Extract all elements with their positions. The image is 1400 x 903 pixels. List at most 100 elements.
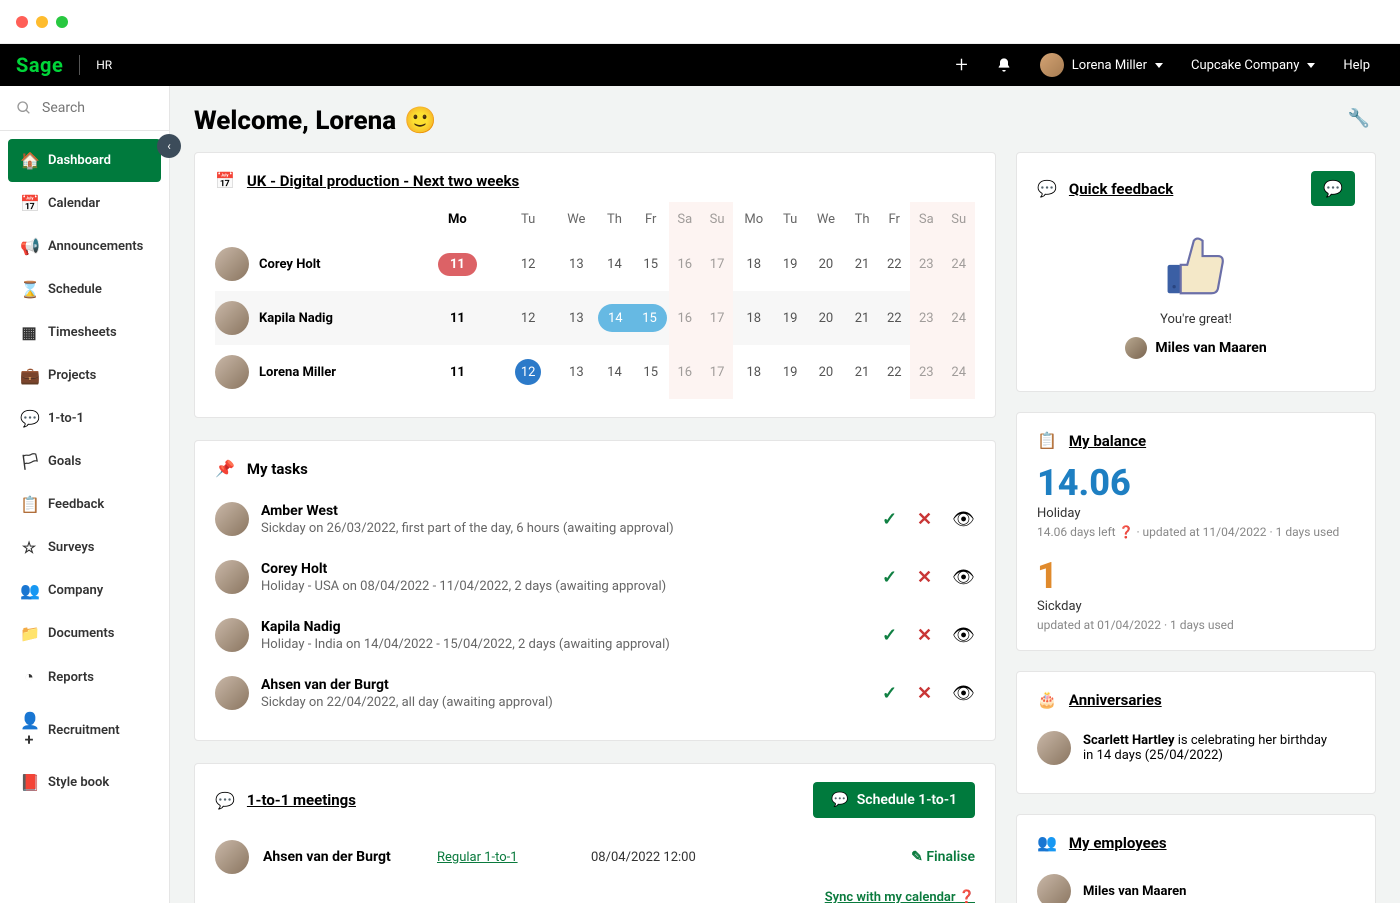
collapse-sidebar-button[interactable]: ‹ [157, 134, 181, 158]
date-cell[interactable]: 12 [500, 237, 557, 291]
date-cell[interactable]: 19 [774, 291, 806, 345]
comment-icon: 💬 [1037, 179, 1057, 198]
schedule-title[interactable]: UK - Digital production - Next two weeks [247, 172, 519, 190]
sidebar-item-style-book[interactable]: 📕Style book [8, 761, 161, 804]
sidebar-item-1-to-1[interactable]: 💬1-to-1 [8, 397, 161, 440]
date-cell[interactable]: 24 [942, 237, 975, 291]
employees-title[interactable]: My employees [1069, 834, 1167, 852]
balance-title[interactable]: My balance [1069, 432, 1146, 450]
view-icon[interactable]: 👁 [952, 567, 975, 588]
reject-icon[interactable]: ✕ [917, 567, 932, 588]
date-cell[interactable]: 11 [415, 237, 500, 291]
date-cell[interactable]: 20 [806, 237, 846, 291]
meeting-link[interactable]: Regular 1-to-1 [437, 850, 577, 865]
date-cell[interactable]: 20 [806, 345, 846, 399]
leave-day[interactable]: 11 [438, 253, 477, 276]
add-button[interactable]: + [941, 53, 981, 78]
date-cell[interactable]: 19 [774, 237, 806, 291]
feedback-button[interactable]: 💬 [1311, 171, 1355, 206]
approve-icon[interactable]: ✓ [882, 683, 897, 704]
company-menu[interactable]: Cupcake Company [1177, 58, 1329, 73]
date-cell[interactable]: 21 [846, 237, 879, 291]
date-cell[interactable]: 23 [910, 237, 942, 291]
date-cell[interactable]: 17 [701, 345, 733, 399]
date-cell[interactable]: 22 [878, 237, 910, 291]
maximize-window-icon[interactable] [56, 16, 68, 28]
notifications-icon[interactable] [982, 57, 1026, 73]
minimize-window-icon[interactable] [36, 16, 48, 28]
close-window-icon[interactable] [16, 16, 28, 28]
date-cell[interactable]: 20 [806, 291, 846, 345]
date-cell[interactable]: 16 [669, 237, 701, 291]
date-cell[interactable]: 13 [556, 291, 596, 345]
leave-range[interactable]: 1415 [598, 304, 666, 332]
date-cell[interactable]: 16 [669, 345, 701, 399]
help-link[interactable]: Help [1329, 58, 1384, 73]
date-cell[interactable]: 18 [733, 291, 774, 345]
date-cell[interactable]: 19 [774, 345, 806, 399]
search-input[interactable] [42, 100, 142, 116]
date-cell[interactable]: 13 [556, 237, 596, 291]
date-cell[interactable]: 23 [910, 345, 942, 399]
reject-icon[interactable]: ✕ [917, 625, 932, 646]
view-icon[interactable]: 👁 [952, 683, 975, 704]
employee-name[interactable]: Kapila Nadig [259, 311, 333, 326]
schedule-meeting-button[interactable]: 💬 Schedule 1-to-1 [813, 782, 975, 818]
date-cell[interactable]: 12 [500, 345, 557, 399]
date-cell[interactable]: 24 [942, 291, 975, 345]
date-cell[interactable]: 14 [596, 345, 633, 399]
date-cell[interactable]: 11 [415, 345, 500, 399]
avatar-icon [1040, 53, 1064, 77]
sidebar-item-projects[interactable]: 💼Projects [8, 354, 161, 397]
date-cell[interactable]: 14 [596, 237, 633, 291]
date-cell[interactable]: 23 [910, 291, 942, 345]
today-marker[interactable]: 12 [515, 359, 541, 385]
pin-icon: 📌 [215, 459, 235, 478]
sidebar-item-documents[interactable]: 📁Documents [8, 612, 161, 655]
sidebar-item-surveys[interactable]: ☆Surveys [8, 526, 161, 569]
sync-calendar-link[interactable]: Sync with my calendar ❓ [215, 890, 975, 903]
employee-name[interactable]: Corey Holt [259, 257, 321, 272]
sidebar-item-goals[interactable]: 🏳Goals [8, 440, 161, 483]
sidebar-item-feedback[interactable]: 📋Feedback [8, 483, 161, 526]
sidebar-item-company[interactable]: 👥Company [8, 569, 161, 612]
sidebar-item-schedule[interactable]: ⌛Schedule [8, 268, 161, 311]
approve-icon[interactable]: ✓ [882, 509, 897, 530]
date-cell[interactable]: 13 [556, 345, 596, 399]
date-cell[interactable]: 21 [846, 291, 879, 345]
date-cell[interactable]: 16 [669, 291, 701, 345]
date-cell[interactable]: 18 [733, 345, 774, 399]
reject-icon[interactable]: ✕ [917, 683, 932, 704]
reject-icon[interactable]: ✕ [917, 509, 932, 530]
date-cell[interactable]: 17 [701, 291, 733, 345]
anniversaries-title[interactable]: Anniversaries [1069, 691, 1162, 709]
sidebar-item-reports[interactable]: ◔Reports [8, 655, 161, 699]
approve-icon[interactable]: ✓ [882, 625, 897, 646]
user-menu[interactable]: Lorena Miller [1026, 53, 1177, 77]
emoji-icon: 🙂 [404, 106, 436, 136]
date-cell[interactable]: 11 [415, 291, 500, 345]
date-cell[interactable]: 18 [733, 237, 774, 291]
sidebar-item-calendar[interactable]: 📅Calendar [8, 182, 161, 225]
date-cell[interactable]: 22 [878, 291, 910, 345]
sidebar-item-announcements[interactable]: 📢Announcements [8, 225, 161, 268]
date-cell[interactable]: 17 [701, 237, 733, 291]
meetings-title[interactable]: 1-to-1 meetings [247, 791, 356, 809]
finalise-link[interactable]: ✎ Finalise [911, 849, 975, 865]
sidebar-item-dashboard[interactable]: 🏠Dashboard [8, 139, 161, 182]
date-cell[interactable]: 15 [633, 345, 669, 399]
date-cell[interactable]: 21 [846, 345, 879, 399]
employee-name[interactable]: Lorena Miller [259, 365, 336, 380]
date-cell[interactable]: 24 [942, 345, 975, 399]
feedback-title[interactable]: Quick feedback [1069, 180, 1173, 198]
date-cell[interactable]: 12 [500, 291, 557, 345]
approve-icon[interactable]: ✓ [882, 567, 897, 588]
sidebar-item-recruitment[interactable]: 👤+Recruitment [8, 699, 161, 761]
sidebar-item-timesheets[interactable]: ▦Timesheets [8, 311, 161, 354]
org-icon: 👥 [1037, 833, 1057, 852]
date-cell[interactable]: 22 [878, 345, 910, 399]
view-icon[interactable]: 👁 [952, 509, 975, 530]
view-icon[interactable]: 👁 [952, 625, 975, 646]
customize-icon[interactable]: 🔧 [1348, 108, 1370, 129]
date-cell[interactable]: 15 [633, 237, 669, 291]
